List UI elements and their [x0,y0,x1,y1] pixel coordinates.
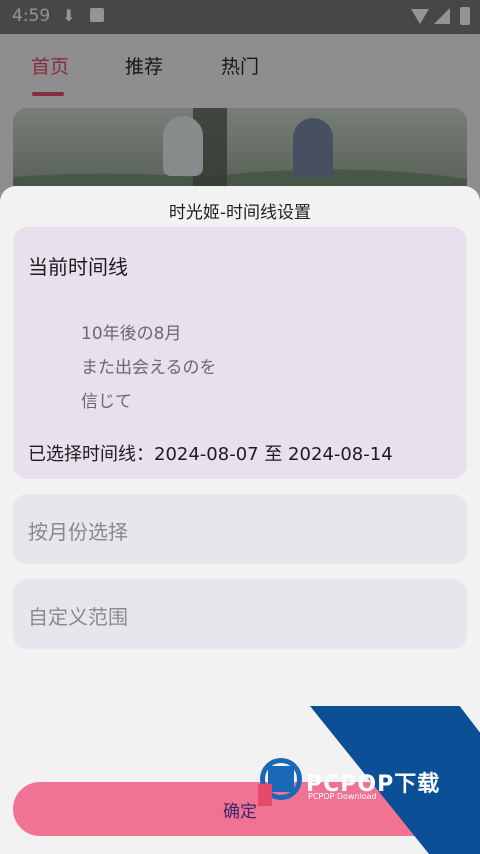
option-label: 自定义范围 [28,605,128,629]
sheet-title: 时光姬-时间线设置 [168,203,312,223]
custom-range-option[interactable]: 自定义范围 [13,579,467,649]
poem-line: 信じて [81,392,132,412]
selected-timeline-range: 已选择时间线：2024-08-07 至 2024-08-14 [28,444,393,465]
poem-line: 10年後の8月 [81,324,182,344]
confirm-label: 确定 [223,802,257,821]
option-label: 按月份选择 [28,520,128,544]
current-timeline-heading: 当前时间线 [28,255,128,279]
poem-line: また出会えるのを [81,358,217,378]
timeline-poem: 10年後の8月 また出会えるのを 信じて [81,317,217,419]
current-timeline-card: 当前时间线 10年後の8月 また出会えるのを 信じて 已选择时间线：2024-0… [13,227,467,479]
select-by-month-option[interactable]: 按月份选择 [13,494,467,564]
confirm-button[interactable]: 确定 [13,782,467,836]
timeline-settings-sheet: 时光姬-时间线设置 当前时间线 10年後の8月 また出会えるのを 信じて 已选择… [0,186,480,854]
